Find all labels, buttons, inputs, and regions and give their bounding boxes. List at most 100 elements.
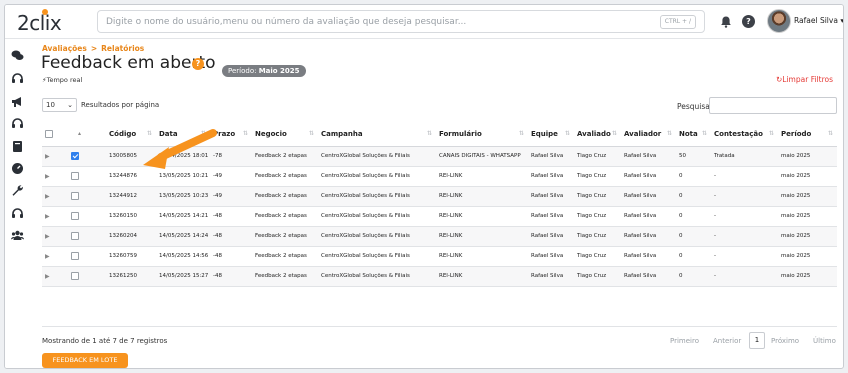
table-row[interactable]: ▶ 13260204 14/05/2025 14:24 -48 Feedback 2 e… — [42, 226, 837, 247]
cell-avaliado: Tiago Cruz — [574, 266, 621, 287]
row-expand-cell[interactable]: ▶ — [42, 246, 68, 267]
row-expand-cell[interactable]: ▶ — [42, 226, 68, 247]
megaphone-icon[interactable] — [11, 95, 24, 108]
row-checkbox[interactable] — [71, 252, 79, 260]
expand-arrow-icon[interactable]: ▶ — [45, 173, 50, 180]
table-search-input[interactable] — [709, 97, 837, 114]
chevron-down-icon: ⌄ — [67, 101, 73, 109]
cell-negocio: Feedback 2 etapas — [252, 186, 318, 207]
users-icon[interactable] — [11, 229, 24, 242]
cell-negocio: Feedback 2 etapas — [252, 206, 318, 227]
column-header-nota[interactable]: Nota ⇅ — [676, 122, 711, 147]
cell-negocio: Feedback 2 etapas — [252, 166, 318, 187]
cell-campanha: CentroXGlobal Soluções & Filiais — [318, 166, 436, 187]
cell-nota: 0 — [676, 206, 711, 227]
expand-arrow-icon[interactable]: ▶ — [45, 213, 50, 220]
cell-campanha: CentroXGlobal Soluções & Filiais — [318, 246, 436, 267]
cell-data: 13/05/2025 10:23 — [156, 186, 210, 207]
global-search-input[interactable] — [106, 14, 646, 30]
row-expand-cell[interactable]: ▶ — [42, 206, 68, 227]
info-icon[interactable]: ? — [192, 58, 204, 70]
select-all-checkbox[interactable] — [45, 129, 53, 138]
column-header-avaliado[interactable]: Avaliado ⇅ — [574, 122, 621, 147]
pager-current[interactable]: 1 — [749, 332, 765, 349]
row-select-cell — [68, 246, 106, 267]
expand-header[interactable]: ▴ — [68, 122, 106, 147]
row-expand-cell[interactable]: ▶ — [42, 266, 68, 287]
row-checkbox[interactable] — [71, 272, 79, 280]
expand-arrow-icon[interactable]: ▶ — [45, 273, 50, 280]
cell-contestacao: Tratada — [711, 146, 778, 167]
column-header-periodo[interactable]: Período ⇅ — [778, 122, 837, 147]
table-row[interactable]: ▶ 13244912 13/05/2025 10:23 -49 Feedback 2 e… — [42, 186, 837, 207]
row-checkbox[interactable] — [71, 172, 79, 180]
headset-icon[interactable] — [11, 72, 24, 85]
batch-feedback-button[interactable]: FEEDBACK EM LOTE — [42, 353, 128, 368]
cell-formulario: REI-LINK — [436, 166, 528, 187]
cell-equipe: Rafael Silva — [528, 146, 574, 167]
cell-equipe: Rafael Silva — [528, 186, 574, 207]
user-menu[interactable]: Rafael Silva ▾ — [794, 16, 843, 25]
expand-arrow-icon[interactable]: ▶ — [45, 153, 50, 160]
expand-arrow-icon[interactable]: ▶ — [45, 253, 50, 260]
cell-periodo: maio 2025 — [778, 246, 837, 267]
row-expand-cell[interactable]: ▶ — [42, 146, 68, 167]
cell-codigo: 13260759 — [106, 246, 156, 267]
table-row[interactable]: ▶ 13260150 14/05/2025 14:21 -48 Feedback 2 e… — [42, 206, 837, 227]
table-row[interactable]: ▶ 13260759 14/05/2025 14:56 -48 Feedback 2 e… — [42, 246, 837, 267]
row-checkbox[interactable] — [71, 232, 79, 240]
user-name: Rafael Silva — [794, 16, 838, 25]
cell-formulario: REI-LINK — [436, 266, 528, 287]
cell-avaliado: Tiago Cruz — [574, 226, 621, 247]
dashboard-icon[interactable] — [11, 162, 24, 175]
global-search[interactable]: CTRL + / — [97, 10, 705, 33]
cell-data: 14/05/2025 14:21 — [156, 206, 210, 227]
cell-nota: 0 — [676, 246, 711, 267]
cell-avaliador: Rafael Silva — [621, 146, 676, 167]
breadcrumb-parent[interactable]: Avaliações — [42, 44, 87, 53]
row-checkbox[interactable] — [71, 212, 79, 220]
column-header-negocio[interactable]: Negocio ⇅ — [252, 122, 318, 147]
row-checkbox[interactable] — [71, 152, 79, 160]
wrench-icon[interactable] — [11, 184, 24, 197]
pager-last[interactable]: Último — [813, 337, 836, 345]
column-header-formulario[interactable]: Formulário ⇅ — [436, 122, 528, 147]
column-header-contestacao[interactable]: Contestação ⇅ — [711, 122, 778, 147]
expand-arrow-icon[interactable]: ▶ — [45, 193, 50, 200]
cell-codigo: 13260150 — [106, 206, 156, 227]
bell-icon[interactable] — [719, 15, 733, 29]
cell-negocio: Feedback 2 etapas — [252, 226, 318, 247]
table-row[interactable]: ▶ 13261250 14/05/2025 15:27 -48 Feedback 2 e… — [42, 266, 837, 287]
select-all-header — [42, 122, 68, 147]
cell-equipe: Rafael Silva — [528, 226, 574, 247]
pager-next[interactable]: Próximo — [771, 337, 799, 345]
support-icon[interactable] — [11, 117, 24, 130]
cell-formulario: REI-LINK — [436, 206, 528, 227]
clear-filters-link[interactable]: ↻Limpar Filtros — [776, 75, 833, 84]
cell-formulario: REI-LINK — [436, 186, 528, 207]
breadcrumb-current[interactable]: Relatórios — [101, 44, 144, 53]
cell-formulario: REI-LINK — [436, 246, 528, 267]
expand-arrow-icon[interactable]: ▶ — [45, 233, 50, 240]
book-icon[interactable] — [11, 140, 24, 153]
cell-avaliador: Rafael Silva — [621, 226, 676, 247]
column-header-equipe[interactable]: Equipe ⇅ — [528, 122, 574, 147]
pager-first[interactable]: Primeiro — [670, 337, 699, 345]
help-icon[interactable]: ? — [742, 15, 755, 28]
per-page-select[interactable]: 10 ⌄ — [42, 98, 77, 112]
cell-prazo: -48 — [210, 246, 252, 267]
pager-prev[interactable]: Anterior — [713, 337, 741, 345]
column-header-campanha[interactable]: Campanha ⇅ — [318, 122, 436, 147]
row-expand-cell[interactable]: ▶ — [42, 166, 68, 187]
row-checkbox[interactable] — [71, 192, 79, 200]
cell-avaliador: Rafael Silva — [621, 266, 676, 287]
agent-headset-icon[interactable] — [11, 207, 24, 220]
cell-negocio: Feedback 2 etapas — [252, 266, 318, 287]
cell-contestacao: - — [711, 166, 778, 187]
row-expand-cell[interactable]: ▶ — [42, 186, 68, 207]
chat-icon[interactable] — [11, 49, 24, 62]
cell-data: 14/05/2025 15:27 — [156, 266, 210, 287]
logo[interactable]: 2clix — [17, 9, 62, 35]
avatar[interactable] — [767, 9, 791, 33]
column-header-avaliador[interactable]: Avaliador ⇅ — [621, 122, 676, 147]
